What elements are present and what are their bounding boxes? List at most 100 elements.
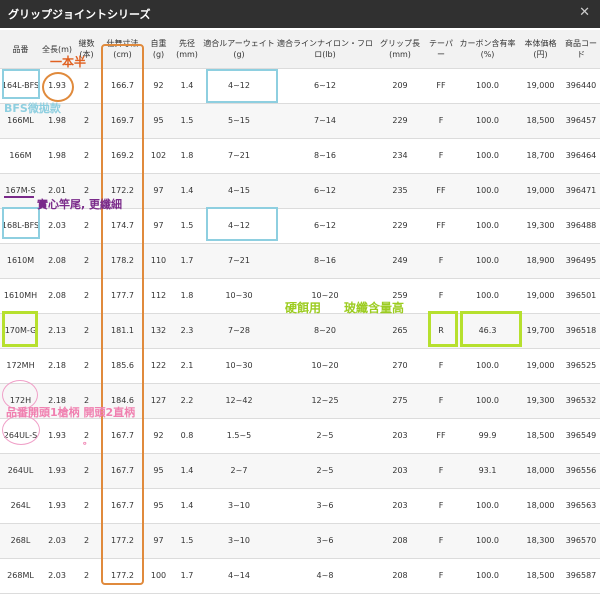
table-cell: 1610MH [0,278,41,314]
table-cell: FF [426,208,456,244]
annotation-model-note: 品番開頭1槍柄 開頭2直柄 [6,406,136,419]
close-icon[interactable]: ✕ [579,5,590,20]
table-cell: 3~6 [276,523,374,559]
table-cell: 396518 [562,313,600,349]
table-cell: 122 [145,348,172,384]
table-cell: 167M-S [0,173,41,209]
column-header: 自重(g) [145,30,172,69]
table-cell: 396570 [562,523,600,559]
column-header: 先径(mm) [172,30,202,69]
table-cell: 97 [145,523,172,559]
table-cell: 1.93 [41,453,73,489]
table-cell: 127 [145,383,172,419]
column-header: 商品コード [562,30,600,69]
bfs-highlight-168l [2,207,40,239]
table-cell: 1.4 [172,68,202,104]
table-cell: 249 [374,243,426,279]
table-cell: 234 [374,138,426,174]
column-header: テーパー [426,30,456,69]
table-cell: 268ML [0,558,41,594]
table-cell: 396556 [562,453,600,489]
table-cell: 1.5~5 [202,418,276,454]
table-cell: 2.2 [172,383,202,419]
table-cell: F [426,558,456,594]
table-cell: 7~21 [202,243,276,279]
table-cell: 1.5 [172,208,202,244]
table-cell: F [426,278,456,314]
table-cell: 6~12 [276,173,374,209]
table-cell: 7~21 [202,138,276,174]
table-cell: 100.0 [456,348,519,384]
table-cell: 100.0 [456,488,519,524]
table-row: 264L 1.93 2 167.7 95 1.4 3~10 3~6 203 F 100.0 18,00… [0,488,600,524]
table-cell: 7~28 [202,313,276,349]
table-row: 168L-BFS 2.03 2 174.7 97 1.5 4~12 6~12 229 FF 100.… [0,208,600,244]
table-row: 268L 2.03 2 177.2 97 1.5 3~10 3~6 208 F 100.0 18,30… [0,523,600,559]
table-cell: 3~10 [202,488,276,524]
table-cell: 100.0 [456,103,519,139]
table-cell: 1610M [0,243,41,279]
table-cell: 396495 [562,243,600,279]
table-cell: 396440 [562,68,600,104]
column-header: 本体価格(円) [519,30,562,69]
table-cell: 110 [145,243,172,279]
table-cell: 19,000 [519,278,562,314]
table-cell: 8~16 [276,243,374,279]
table-cell: 18,500 [519,558,562,594]
table-cell: 2 [73,208,100,244]
table-cell: 4~8 [276,558,374,594]
table-cell: 12~42 [202,383,276,419]
table-cell: 100 [145,558,172,594]
table-cell: 3~10 [202,523,276,559]
table-cell: 2 [73,453,100,489]
table-cell: 100.0 [456,558,519,594]
table-cell: 264L [0,488,41,524]
length-circle [42,72,74,102]
annotation-dot: 。 [83,437,93,447]
table-cell: F [426,103,456,139]
table-cell: 1.98 [41,138,73,174]
table-cell: 95 [145,453,172,489]
table-cell: 2.13 [41,313,73,349]
table-cell: 132 [145,313,172,349]
table-cell: F [426,453,456,489]
column-header: カーボン含有率(%) [456,30,519,69]
table-cell: 2 [73,138,100,174]
table-row: 164L-BFS 1.93 2 166.7 92 1.4 4~12 6~12 209 FF 100.… [0,68,600,104]
table-cell: 203 [374,488,426,524]
table-cell: 100.0 [456,278,519,314]
table-cell: 18,500 [519,418,562,454]
table-cell: 1.8 [172,278,202,314]
table-cell: 2.03 [41,558,73,594]
table-cell: 396464 [562,138,600,174]
table-cell: 1.4 [172,453,202,489]
table-cell: 275 [374,383,426,419]
lure-weight-highlight-2 [206,207,278,241]
column-header: グリップ長(mm) [374,30,426,69]
carbon-highlight [460,311,522,347]
table-cell: FF [426,173,456,209]
table-cell: 18,900 [519,243,562,279]
table-cell: 396501 [562,278,600,314]
table-cell: 19,700 [519,313,562,349]
table-cell: 100.0 [456,173,519,209]
table-cell: 264UL [0,453,41,489]
table-cell: 396525 [562,348,600,384]
table-cell: 2.08 [41,243,73,279]
table-cell: 10~20 [276,348,374,384]
table-cell: 92 [145,68,172,104]
table-cell: 2 [73,313,100,349]
table-cell: FF [426,68,456,104]
table-cell: 1.4 [172,488,202,524]
table-cell: 19,000 [519,68,562,104]
table-cell: 1.93 [41,418,73,454]
table-cell: 209 [374,68,426,104]
table-cell: 18,700 [519,138,562,174]
table-cell: 2~5 [276,453,374,489]
column-header: 品番 [0,30,41,69]
table-cell: 203 [374,418,426,454]
table-cell: 396549 [562,418,600,454]
table-cell: F [426,523,456,559]
table-cell: 235 [374,173,426,209]
annotation-solid-tip: 實心竿尾, 更纖細 [37,198,123,211]
